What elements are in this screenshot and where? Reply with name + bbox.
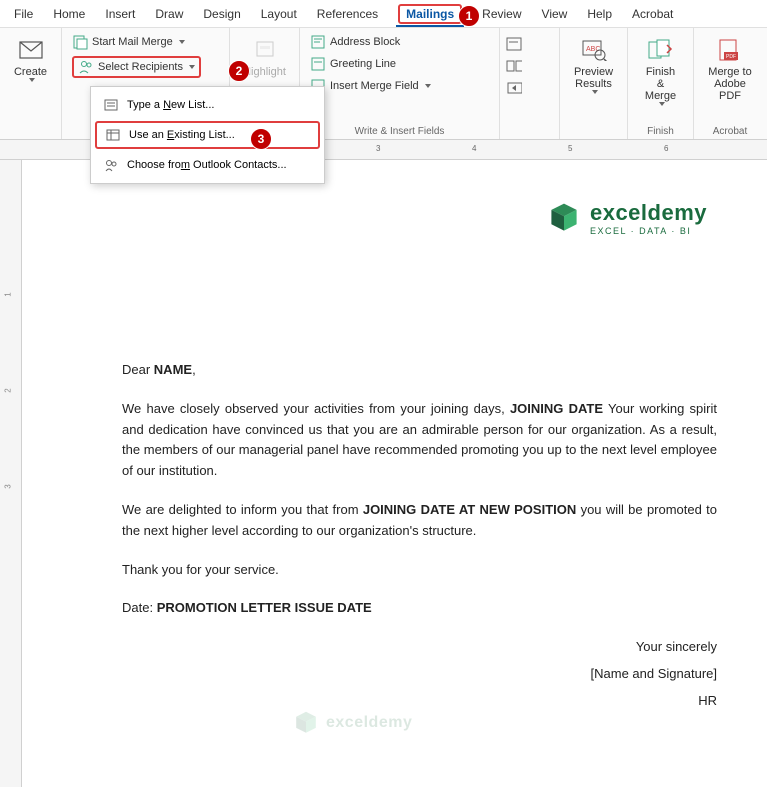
mail-merge-icon [72,34,88,50]
address-block-label: Address Block [330,36,400,48]
menu-review[interactable]: Review [472,3,531,25]
watermark-text: exceldemy [326,714,412,732]
signature-line-2: [Name and Signature] [122,664,717,685]
cube-icon [292,709,320,737]
signature-line-1: Your sincerely [122,637,717,658]
thanks-line: Thank you for your service. [122,560,717,581]
create-button[interactable]: Create [6,32,55,86]
brand-logo: exceldemy EXCEL · DATA · BI [546,200,707,236]
svg-text:ABC: ABC [586,46,600,53]
caret-icon [29,78,35,82]
greeting-line-button[interactable]: Greeting Line [306,54,493,74]
step-badge-3: 3 [250,128,272,150]
address-block-button[interactable]: Address Block [306,32,493,52]
outlook-contacts-label: Choose from Outlook Contacts... [127,159,287,171]
menu-layout[interactable]: Layout [251,3,307,25]
paragraph-1: We have closely observed your activities… [122,399,717,482]
greeting-icon [310,56,326,72]
cube-icon [546,200,582,236]
vruler-tick: 1 [4,292,13,296]
pdf-icon: PDF [714,36,746,64]
logo-text: exceldemy [590,200,707,226]
letter-body: Dear NAME, We have closely observed your… [122,360,717,712]
menu-references[interactable]: References [307,3,388,25]
outlook-contacts-item[interactable]: Choose from Outlook Contacts... [91,151,324,179]
menu-insert[interactable]: Insert [95,3,145,25]
svg-text:PDF: PDF [726,54,736,60]
ruler-tick: 3 [376,144,380,153]
select-recipients-dropdown: Type a New List... Use an Existing List.… [90,86,325,184]
finish-merge-label: Finish & Merge [642,66,679,102]
finish-merge-button[interactable]: Finish & Merge [634,32,687,110]
start-mail-merge-label: Start Mail Merge [92,36,173,48]
preview-icon: ABC [578,36,610,64]
insert-merge-field-button[interactable]: «» Insert Merge Field [306,76,493,96]
envelope-icon [15,36,47,64]
caret-icon [659,102,665,106]
greeting-line-label: Greeting Line [330,58,396,70]
update-labels-icon[interactable] [506,80,522,96]
finish-icon [645,36,677,64]
vertical-ruler: 1 2 3 [0,160,22,787]
step-badge-2: 2 [228,60,250,82]
menu-file[interactable]: File [4,3,43,25]
ruler-tick: 6 [664,144,668,153]
greeting: Dear NAME, [122,360,717,381]
logo-subtitle: EXCEL · DATA · BI [590,226,707,236]
ruler-tick: 5 [568,144,572,153]
start-mail-merge-button[interactable]: Start Mail Merge [68,32,223,52]
menu-home[interactable]: Home [43,3,95,25]
match-fields-icon[interactable] [506,58,522,74]
watermark-logo: exceldemy [292,709,412,737]
insert-merge-field-label: Insert Merge Field [330,80,419,92]
paragraph-2: We are delighted to inform you that from… [122,500,717,542]
menu-design[interactable]: Design [193,3,250,25]
caret-icon [425,84,431,88]
menu-view[interactable]: View [532,3,578,25]
acrobat-group-label: Acrobat [700,124,760,137]
preview-results-button[interactable]: ABC Preview Results [566,32,621,98]
select-recipients-label: Select Recipients [98,61,183,73]
highlight-icon [249,36,281,64]
merge-to-pdf-button[interactable]: PDF Merge to Adobe PDF [700,32,760,106]
menu-acrobat[interactable]: Acrobat [622,3,683,25]
vruler-tick: 3 [4,484,13,488]
caret-icon [179,40,185,44]
existing-list-icon [105,127,121,143]
document-page[interactable]: exceldemy EXCEL · DATA · BI Dear NAME, W… [22,160,767,787]
step-badge-1: 1 [458,5,480,27]
use-existing-list-label: Use an Existing List... [129,129,235,141]
signature-line-3: HR [122,691,717,712]
caret-icon [592,90,598,94]
caret-icon [189,65,195,69]
write-insert-group-label: Write & Insert Fields [306,124,493,137]
use-existing-list-item[interactable]: Use an Existing List... [95,121,320,149]
type-new-list-item[interactable]: Type a New List... [91,91,324,119]
new-list-icon [103,97,119,113]
select-recipients-button[interactable]: Select Recipients [68,54,223,80]
menu-bar: File Home Insert Draw Design Layout Refe… [0,0,767,28]
type-new-list-label: Type a New List... [127,99,214,111]
date-line: Date: PROMOTION LETTER ISSUE DATE [122,598,717,619]
outlook-icon [103,157,119,173]
document-area: 1 2 3 exceldemy EXCEL · DATA · BI Dear N… [0,160,767,787]
rules-icon[interactable] [506,36,522,52]
vruler-tick: 2 [4,388,13,392]
finish-group-label: Finish [634,124,687,137]
menu-help[interactable]: Help [577,3,622,25]
address-block-icon [310,34,326,50]
recipients-icon [78,59,94,75]
create-label: Create [14,66,47,78]
menu-draw[interactable]: Draw [145,3,193,25]
preview-results-label: Preview Results [574,66,613,90]
merge-to-pdf-label: Merge to Adobe PDF [708,66,752,102]
ruler-tick: 4 [472,144,476,153]
